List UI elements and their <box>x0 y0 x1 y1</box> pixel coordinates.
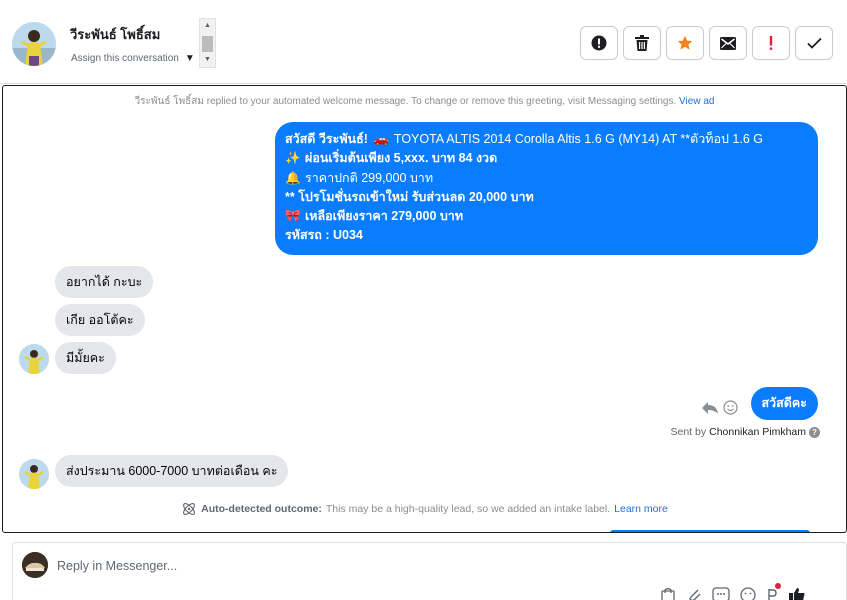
conversation-actions <box>580 26 833 60</box>
greeting-line: สวัสดี วีระพันธ์! 🚗 TOYOTA ALTIS 2014 Co… <box>285 130 808 149</box>
system-note-text: วีระพันธ์ โพธิ์สม replied to your automa… <box>134 96 677 107</box>
view-ad-link[interactable]: View ad <box>679 96 714 107</box>
greeting-line: ** โปรโมชั่นรถเข้าใหม่ รับส่วนลด 20,000 … <box>285 188 808 207</box>
assign-label: Assign this conversation <box>71 53 179 64</box>
page-avatar <box>22 552 48 578</box>
contact-avatar-small[interactable] <box>19 344 49 374</box>
bell-icon: 🔔 <box>285 170 301 185</box>
outgoing-message[interactable]: สวัสดีคะ <box>750 387 818 420</box>
assign-conversation-dropdown[interactable]: Assign this conversation ▼ <box>71 53 195 64</box>
reply-input[interactable] <box>57 555 557 577</box>
help-icon[interactable]: ? <box>809 426 820 438</box>
contact-name[interactable]: วีระพันธ์ โพธิ์สม <box>70 24 160 45</box>
greeting-line: ✨ ผ่อนเริ่มต้นเพียง 5,xxx. บาท 84 งวด <box>285 149 808 168</box>
composer-tools <box>660 583 806 600</box>
final-price-text: เหลือเพียงราคา 279,000 บาท <box>305 209 464 224</box>
conversation-header: วีระพันธ์ โพธิ์สม Assign this conversati… <box>0 0 847 84</box>
incoming-message[interactable]: เกีย ออโต้คะ <box>55 304 145 336</box>
sent-by-info: Sent by Chonnikan Pimkham ? <box>670 426 820 438</box>
greeting-line: 🎀 เหลือเพียงราคา 279,000 บาท <box>285 207 808 226</box>
star-icon <box>677 35 693 50</box>
greeting-line: รหัสรถ : U034 <box>285 226 808 245</box>
outcome-label: Auto-detected outcome: <box>201 503 322 515</box>
incoming-message[interactable]: ส่งประมาน 6000-7000 บาทต่อเดือน คะ <box>55 455 289 487</box>
follow-up-button[interactable] <box>752 26 790 60</box>
mark-done-button[interactable] <box>795 26 833 60</box>
car-code-text: รหัสรถ : U034 <box>285 228 363 243</box>
atom-icon <box>183 503 196 515</box>
scrollbar[interactable]: ▲ ▼ <box>199 18 216 68</box>
shopping-bag-icon[interactable] <box>660 587 676 600</box>
envelope-icon <box>720 36 736 50</box>
thumbs-up-icon[interactable] <box>788 587 806 600</box>
checkmark-icon <box>806 37 822 49</box>
system-note: วีระพันธ์ โพธิ์สม replied to your automa… <box>3 94 846 109</box>
paperclip-icon[interactable] <box>686 587 702 600</box>
contact-avatar-small[interactable] <box>19 459 49 489</box>
sparkles-icon: ✨ <box>285 151 301 166</box>
ribbon-icon: 🎀 <box>285 209 301 224</box>
greeting-name: สวัสดี วีระพันธ์! <box>285 132 368 146</box>
greeting-line: 🔔 ราคาปกติ 299,000 บาท <box>285 169 808 188</box>
mark-spam-button[interactable] <box>580 26 618 60</box>
promotion-text: ** โปรโมชั่นรถเข้าใหม่ รับส่วนลด 20,000 … <box>285 189 534 204</box>
star-button[interactable] <box>666 26 704 60</box>
trash-icon <box>635 35 649 51</box>
conversation-thread[interactable]: วีระพันธ์ โพธิ์สม replied to your automa… <box>2 85 847 533</box>
greeting-model: TOYOTA ALTIS 2014 Corolla Altis 1.6 G (M… <box>393 132 763 146</box>
react-emoji-icon[interactable] <box>723 400 738 415</box>
outcome-text: This may be a high-quality lead, so we a… <box>325 503 611 515</box>
installment-text: ผ่อนเริ่มต้นเพียง 5,xxx. บาท 84 งวด <box>305 151 498 166</box>
message-actions <box>701 400 738 415</box>
reply-arrow-icon[interactable] <box>701 401 719 415</box>
learn-more-link[interactable]: Learn more <box>614 503 668 515</box>
contact-avatar[interactable] <box>12 22 56 66</box>
mark-unread-button[interactable] <box>709 26 747 60</box>
exclamation-circle-icon <box>591 35 607 51</box>
emoji-icon[interactable] <box>740 587 756 600</box>
reply-composer <box>12 542 847 600</box>
car-icon: 🚗 <box>373 132 390 146</box>
payment-icon[interactable] <box>766 583 781 600</box>
notification-dot <box>775 583 781 589</box>
incoming-message[interactable]: อยากได้ กะบะ <box>55 266 154 298</box>
scroll-up-arrow-icon[interactable]: ▲ <box>200 21 215 31</box>
normal-price-text: ราคาปกติ 299,000 บาท <box>305 170 434 185</box>
scroll-down-arrow-icon[interactable]: ▼ <box>200 55 215 65</box>
delete-button[interactable] <box>623 26 661 60</box>
saved-reply-icon[interactable] <box>712 587 730 600</box>
auto-detected-outcome: Auto-detected outcome: This may be a hig… <box>3 501 846 517</box>
hidden-bubble-edge <box>610 530 810 532</box>
incoming-message[interactable]: มีมั้ยคะ <box>55 342 116 374</box>
sender-name[interactable]: Chonnikan Pimkham <box>709 426 806 438</box>
red-exclamation-icon <box>769 36 773 50</box>
greeting-message[interactable]: สวัสดี วีระพันธ์! 🚗 TOYOTA ALTIS 2014 Co… <box>275 122 818 255</box>
caret-down-icon: ▼ <box>184 53 195 64</box>
scroll-thumb[interactable] <box>202 36 213 52</box>
sent-by-label: Sent by <box>670 426 707 438</box>
